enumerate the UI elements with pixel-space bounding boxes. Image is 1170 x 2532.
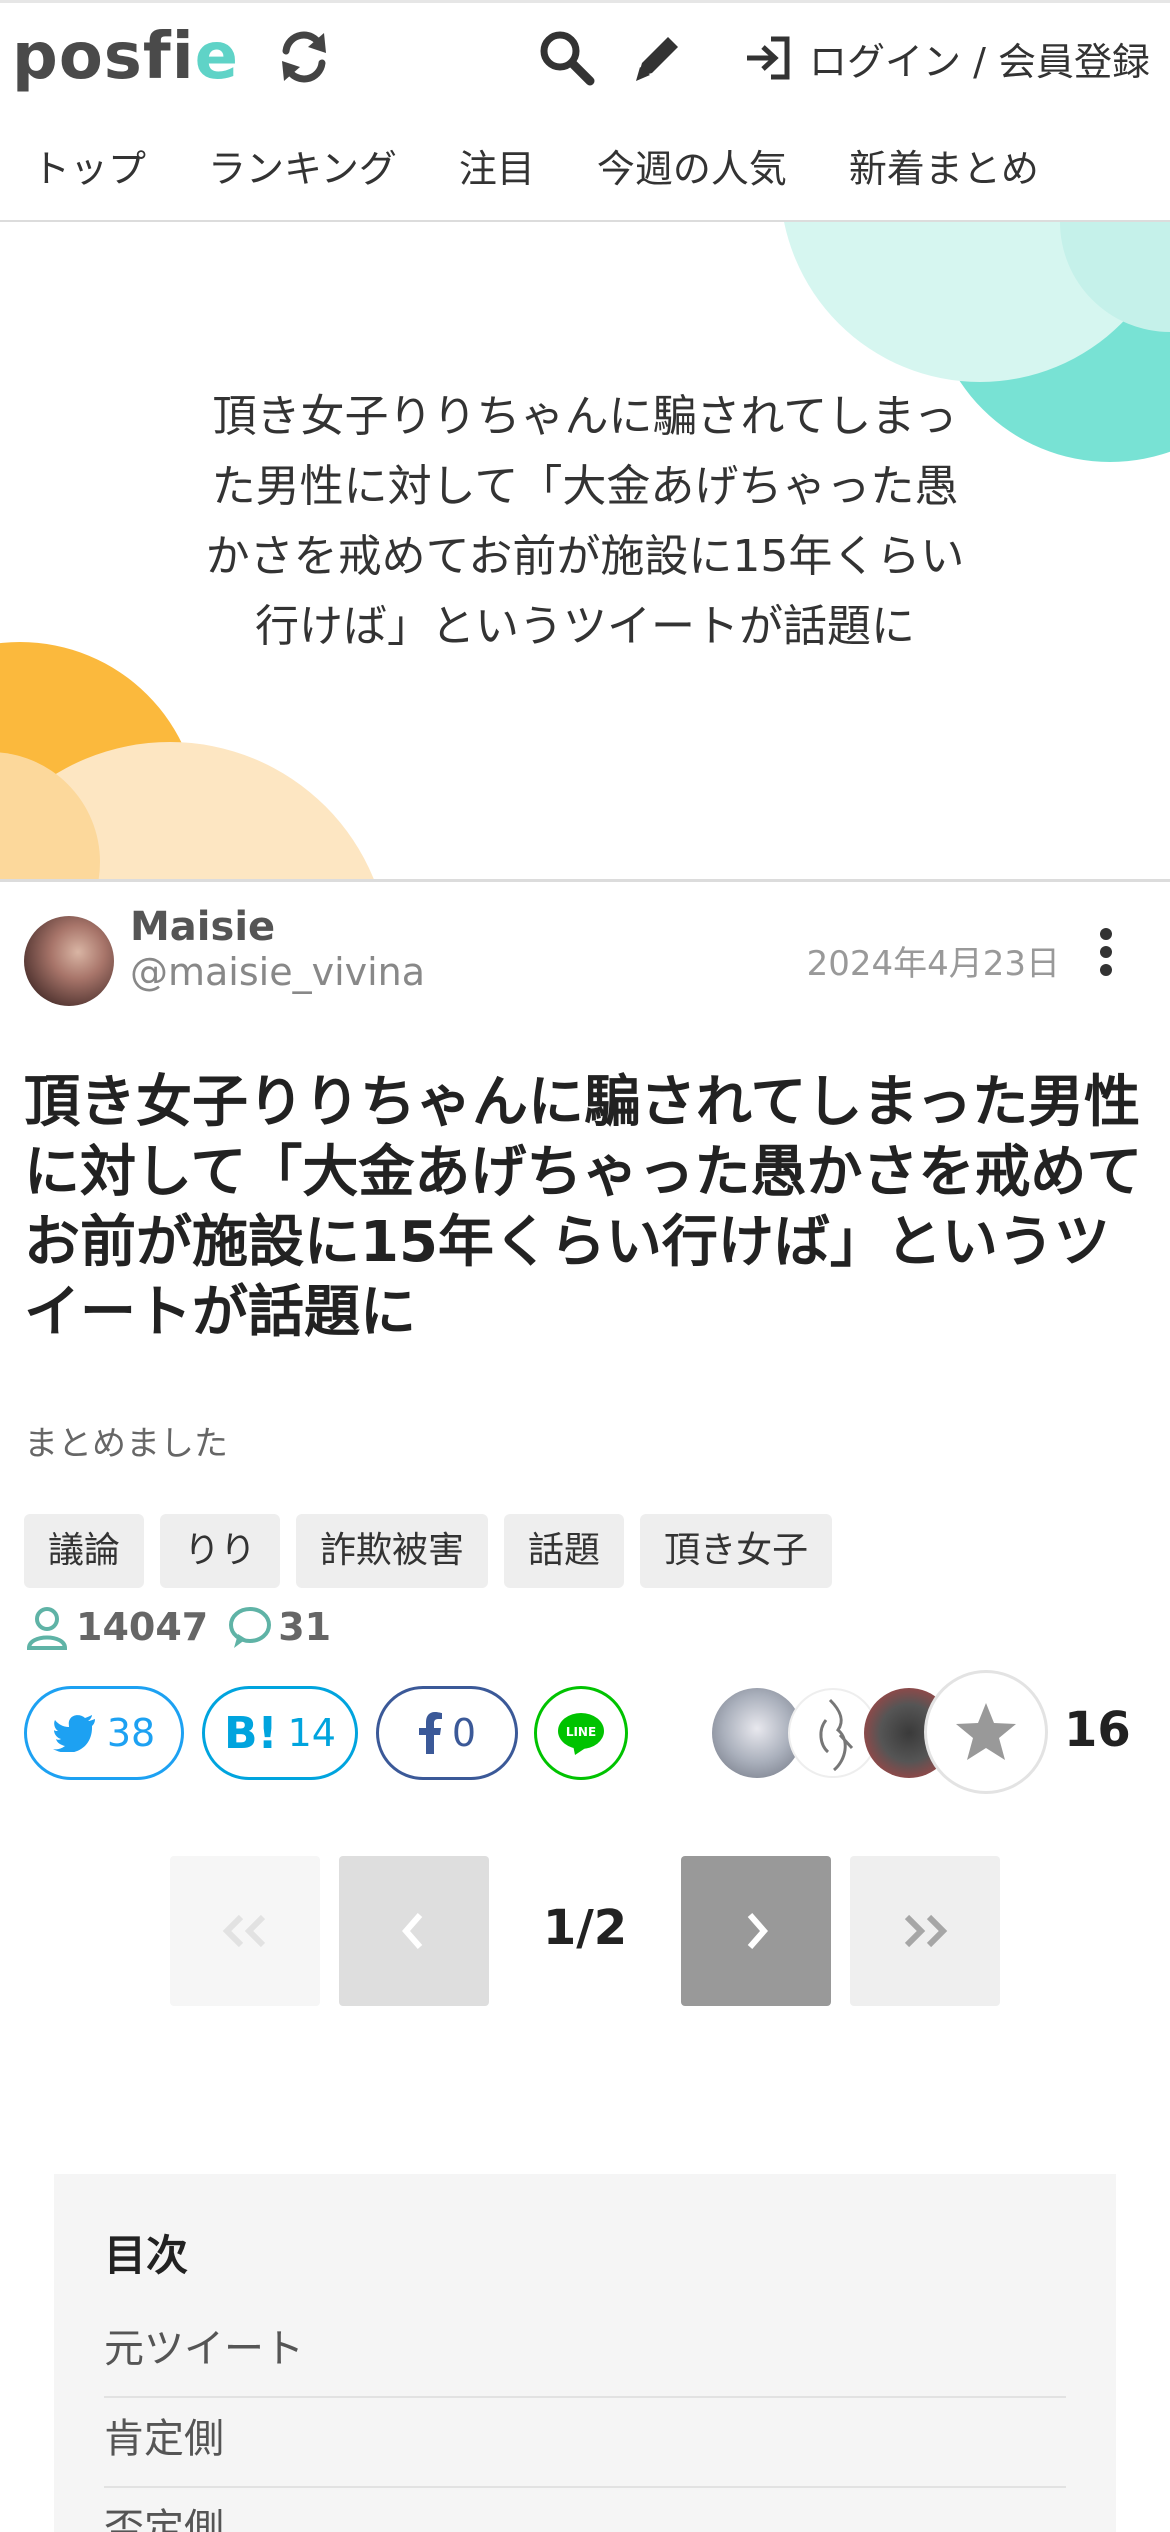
tag-item[interactable]: 議論	[24, 1514, 145, 1588]
tag-list: 議論 りり 詐欺被害 話題 頂き女子	[24, 1514, 833, 1588]
tag-item[interactable]: 話題	[504, 1514, 625, 1588]
article-stats: 14047 31	[24, 1604, 331, 1650]
login-label: ログイン / 会員登録	[809, 39, 1150, 84]
double-chevron-right-icon	[904, 1914, 948, 1948]
hatena-count: 14	[287, 1711, 336, 1755]
hatena-share-button[interactable]: B! 14	[202, 1686, 358, 1780]
hatena-icon: B!	[224, 1707, 278, 1759]
twitter-bird-icon	[52, 1715, 95, 1752]
search-icon[interactable]	[534, 25, 598, 89]
favorite-button[interactable]	[924, 1670, 1048, 1794]
login-link[interactable]: ログイン / 会員登録	[741, 29, 1150, 87]
site-logo[interactable]: posfie	[12, 25, 239, 89]
twitter-share-button[interactable]: 38	[24, 1686, 184, 1780]
comment-count: 31	[278, 1605, 332, 1649]
facebook-icon	[418, 1712, 442, 1754]
star-icon	[956, 1703, 1016, 1760]
favorite-count: 16	[1064, 1702, 1131, 1758]
line-share-button[interactable]: LINE	[534, 1686, 628, 1780]
toc-item[interactable]: 元ツイート	[104, 2316, 1066, 2398]
post-date: 2024年4月23日	[806, 944, 1060, 984]
user-icon	[26, 1607, 68, 1650]
toc-title: 目次	[104, 2231, 189, 2280]
table-of-contents: 目次 元ツイート 肯定側 否定側	[54, 2174, 1116, 2532]
chevron-left-icon	[402, 1913, 423, 1949]
nav-item-ranking[interactable]: ランキング	[208, 138, 397, 193]
facebook-count: 0	[451, 1711, 477, 1755]
toc-item[interactable]: 肯定側	[104, 2406, 1066, 2488]
line-icon: LINE	[558, 1713, 604, 1755]
line-label: LINE	[566, 1725, 596, 1739]
facebook-share-button[interactable]: 0	[376, 1686, 518, 1780]
first-page-button[interactable]	[170, 1856, 320, 2006]
refresh-icon[interactable]	[272, 25, 336, 89]
main-nav: トップ ランキング 注目 今週の人気 新着まとめ	[0, 110, 1170, 222]
twitter-count: 38	[106, 1711, 156, 1755]
tag-item[interactable]: 詐欺被害	[296, 1514, 489, 1588]
next-page-button[interactable]	[681, 1856, 831, 2006]
hero-title: 頂き女子りりちゃんに騙されてしまった男性に対して「大金あげちゃった愚かさを戒めて…	[205, 391, 965, 652]
hero-banner: 頂き女子りりちゃんに騙されてしまった男性に対して「大金あげちゃった愚かさを戒めて…	[0, 222, 1170, 882]
nav-item-weekly[interactable]: 今週の人気	[597, 138, 787, 193]
double-chevron-left-icon	[222, 1914, 266, 1948]
nav-item-top[interactable]: トップ	[32, 138, 146, 193]
comment-icon	[229, 1607, 272, 1648]
author-avatar[interactable]	[24, 916, 114, 1006]
nav-item-new[interactable]: 新着まとめ	[849, 138, 1039, 193]
last-page-button[interactable]	[850, 1856, 1000, 2006]
nav-item-featured[interactable]: 注目	[459, 138, 535, 193]
logo-accent: e	[194, 20, 240, 94]
site-header: posfie ログイン / 会員登録	[0, 0, 1170, 110]
more-options-icon[interactable]	[1098, 928, 1114, 978]
author-handle[interactable]: @maisie_vivina	[130, 950, 425, 994]
view-count: 14047	[76, 1605, 209, 1649]
tag-item[interactable]: 頂き女子	[640, 1514, 833, 1588]
page-indicator: 1/2	[542, 1900, 628, 1956]
article-title: 頂き女子りりちゃんに騙されてしまった男性に対して「大金あげちゃった愚かさを戒めて…	[24, 1070, 1143, 1345]
tag-item[interactable]: りり	[160, 1514, 281, 1588]
chevron-right-icon	[747, 1913, 768, 1949]
logo-text: posfi	[12, 20, 195, 94]
login-icon	[747, 36, 790, 80]
author-name[interactable]: Maisie	[130, 904, 275, 950]
pencil-icon[interactable]	[626, 25, 690, 89]
previous-page-button[interactable]	[339, 1856, 489, 2006]
article-summary: まとめました	[24, 1424, 228, 1464]
toc-item[interactable]: 否定側	[104, 2496, 1066, 2532]
